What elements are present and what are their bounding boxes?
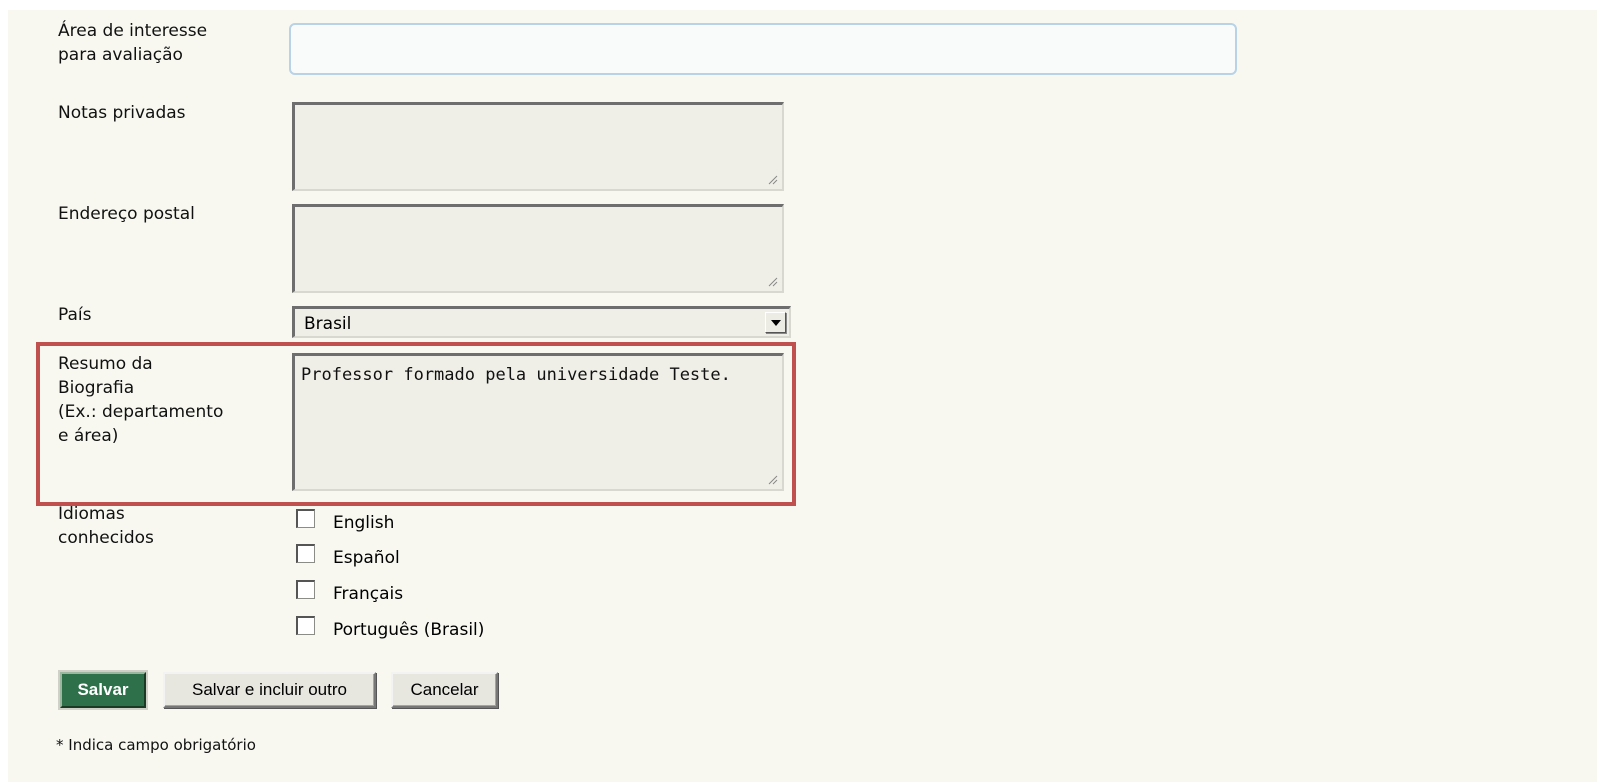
languages-label: Idiomas conhecidos bbox=[58, 504, 154, 548]
chevron-down-icon[interactable] bbox=[765, 312, 786, 333]
language-option-label: Español bbox=[333, 548, 400, 568]
language-checkbox[interactable] bbox=[296, 580, 315, 599]
private-notes-textarea[interactable] bbox=[292, 102, 784, 191]
language-option-label: English bbox=[333, 513, 395, 533]
language-checkbox[interactable] bbox=[296, 509, 315, 528]
postal-address-label: Endereço postal bbox=[58, 204, 195, 224]
required-field-note: * Indica campo obrigatório bbox=[56, 736, 256, 754]
resize-grip-icon[interactable] bbox=[766, 173, 778, 185]
cancel-button[interactable]: Cancelar bbox=[391, 672, 498, 708]
country-label: País bbox=[58, 305, 92, 325]
private-notes-label: Notas privadas bbox=[58, 103, 186, 123]
language-checkbox[interactable] bbox=[296, 616, 315, 635]
country-selected-value: Brasil bbox=[304, 314, 352, 334]
highlight-box bbox=[36, 342, 796, 506]
resize-grip-icon[interactable] bbox=[766, 275, 778, 287]
interest-area-input[interactable] bbox=[289, 23, 1237, 75]
postal-address-textarea[interactable] bbox=[292, 204, 784, 293]
language-checkbox[interactable] bbox=[296, 544, 315, 563]
country-select[interactable]: Brasil bbox=[292, 306, 791, 338]
save-button[interactable]: Salvar bbox=[58, 670, 148, 710]
save-and-add-another-button[interactable]: Salvar e incluir outro bbox=[163, 672, 376, 708]
language-option-label: Français bbox=[333, 584, 404, 604]
language-option-label: Português (Brasil) bbox=[333, 620, 485, 640]
interest-area-label: Área de interesse para avaliação bbox=[58, 21, 208, 65]
